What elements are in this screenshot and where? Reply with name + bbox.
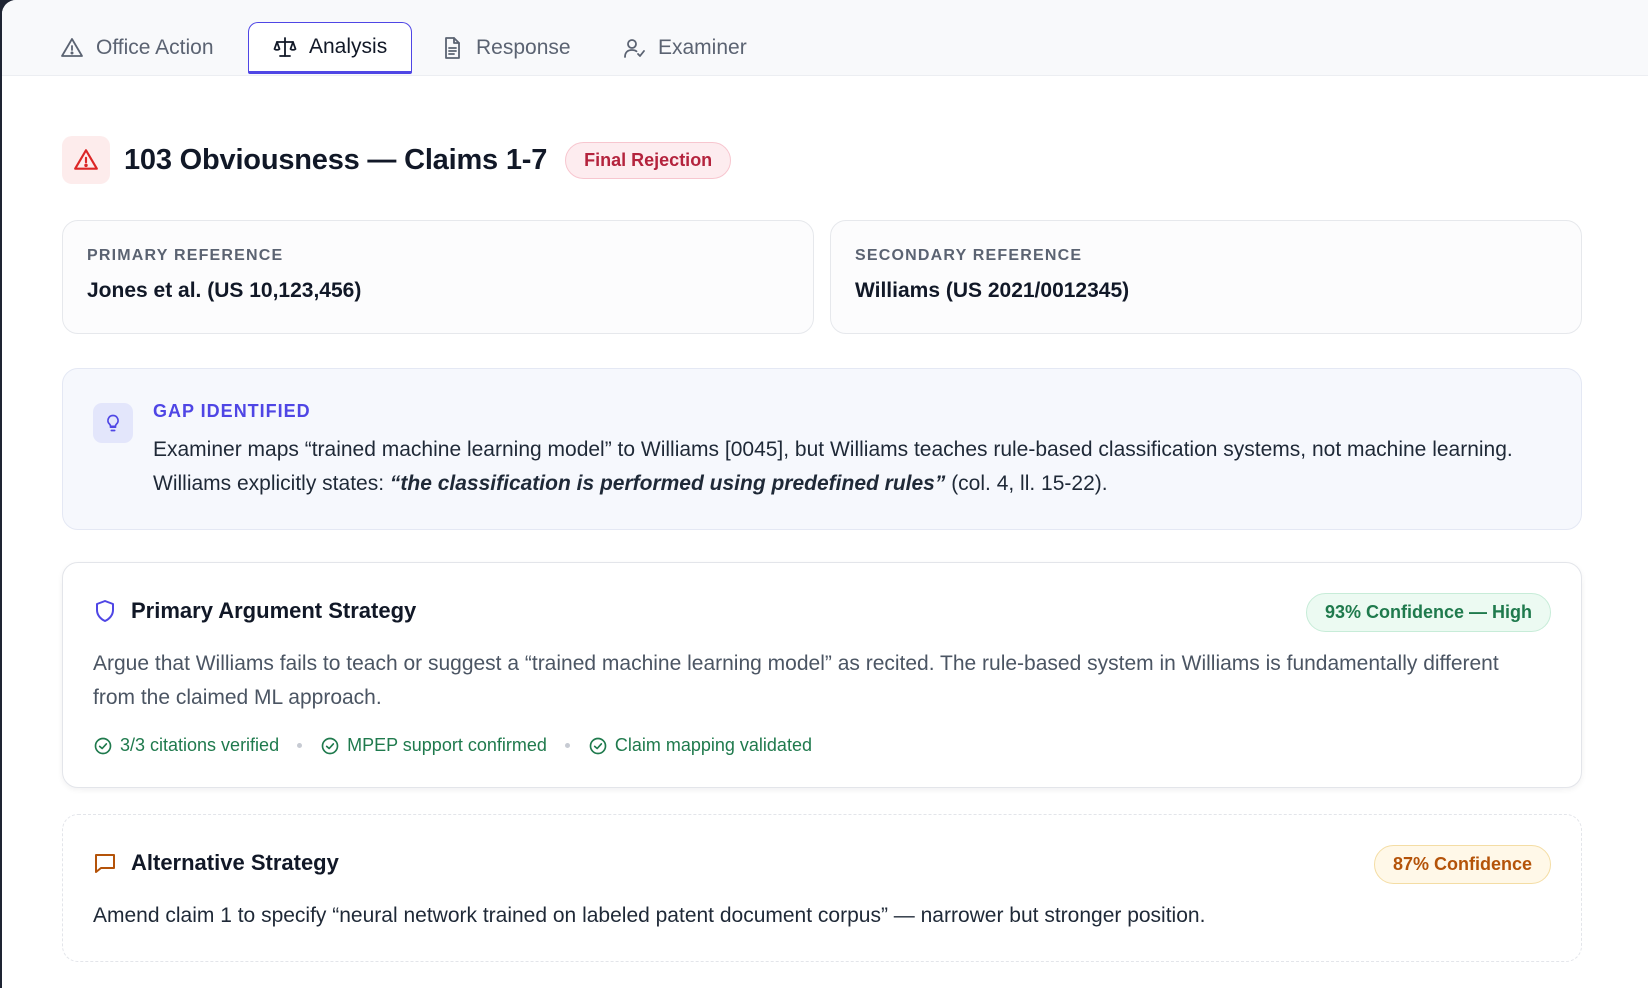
tab-bar: Office Action Analysis Response Examiner — [2, 0, 1648, 76]
lightbulb-icon — [107, 414, 119, 432]
check-circle-icon — [94, 737, 112, 754]
shield-icon — [96, 600, 114, 622]
tab-analysis[interactable]: Analysis — [248, 22, 413, 74]
warning-triangle-icon — [74, 149, 98, 170]
primary-reference-label: PRIMARY REFERENCE — [87, 247, 284, 264]
warning-badge — [62, 136, 110, 184]
primary-strategy-title: Primary Argument Strategy — [131, 598, 417, 623]
tab-label: Office Action — [96, 36, 214, 59]
tab-label: Response — [476, 36, 571, 59]
gap-description: Examiner maps “trained machine learning … — [153, 433, 1553, 501]
check-label: MPEP support confirmed — [347, 735, 547, 755]
rejection-header: 103 Obviousness — Claims 1-7 Final Rejec… — [62, 136, 732, 184]
check-item: MPEP support confirmed — [320, 735, 547, 756]
check-label: Claim mapping validated — [614, 735, 812, 755]
separator-dot — [564, 743, 570, 748]
user-check-icon — [624, 39, 645, 58]
primary-reference-value: Jones et al. (US 10,123,456) — [87, 279, 362, 302]
gap-label: GAP IDENTIFIED — [153, 401, 311, 421]
check-item: Claim mapping validated — [588, 735, 812, 756]
secondary-reference-label: SECONDARY REFERENCE — [855, 247, 1083, 264]
gap-identified-card: GAP IDENTIFIED Examiner maps “trained ma… — [62, 368, 1582, 530]
status-badge: Final Rejection — [565, 141, 732, 179]
tab-response[interactable]: Response — [416, 22, 595, 74]
verification-checks: 3/3 citations verified MPEP support conf… — [93, 735, 812, 756]
alternative-strategy-card[interactable]: Alternative Strategy 87% Confidence Amen… — [62, 814, 1582, 962]
alternative-strategy-header: Alternative Strategy — [93, 845, 339, 881]
check-item: 3/3 citations verified — [93, 735, 279, 756]
alternative-strategy-body: Amend claim 1 to specify “neural network… — [93, 904, 1206, 927]
primary-strategy-card[interactable]: Primary Argument Strategy 93% Confidence… — [62, 562, 1582, 788]
lightbulb-badge — [93, 403, 133, 443]
document-icon — [445, 37, 460, 59]
tab-label: Analysis — [309, 35, 388, 58]
secondary-reference-value: Williams (US 2021/0012345) — [855, 279, 1130, 302]
page-title: 103 Obviousness — Claims 1-7 — [124, 143, 548, 176]
tab-office-action[interactable]: Office Action — [36, 22, 238, 74]
check-circle-icon — [589, 737, 607, 754]
confidence-badge: 93% Confidence — High — [1305, 593, 1551, 632]
primary-reference-card: PRIMARY REFERENCE Jones et al. (US 10,12… — [62, 220, 814, 334]
check-label: 3/3 citations verified — [120, 735, 280, 755]
separator-dot — [297, 743, 303, 748]
check-circle-icon — [321, 737, 339, 754]
scale-icon — [273, 37, 297, 57]
alternative-strategy-title: Alternative Strategy — [131, 850, 339, 875]
confidence-badge: 87% Confidence — [1373, 845, 1551, 884]
primary-strategy-header: Primary Argument Strategy — [93, 593, 416, 629]
primary-strategy-body: Argue that Williams fails to teach or su… — [93, 652, 1499, 709]
tab-examiner[interactable]: Examiner — [598, 22, 771, 74]
gap-text-after: (col. 4, ll. 15-22). — [945, 472, 1108, 495]
tab-label: Examiner — [658, 36, 747, 59]
secondary-reference-card: SECONDARY REFERENCE Williams (US 2021/00… — [830, 220, 1582, 334]
gap-quote: “the classification is performed using p… — [389, 472, 946, 495]
message-square-icon — [95, 854, 115, 873]
warning-triangle-icon — [61, 38, 83, 57]
app-window: Office Action Analysis Response Examiner… — [2, 0, 1648, 988]
